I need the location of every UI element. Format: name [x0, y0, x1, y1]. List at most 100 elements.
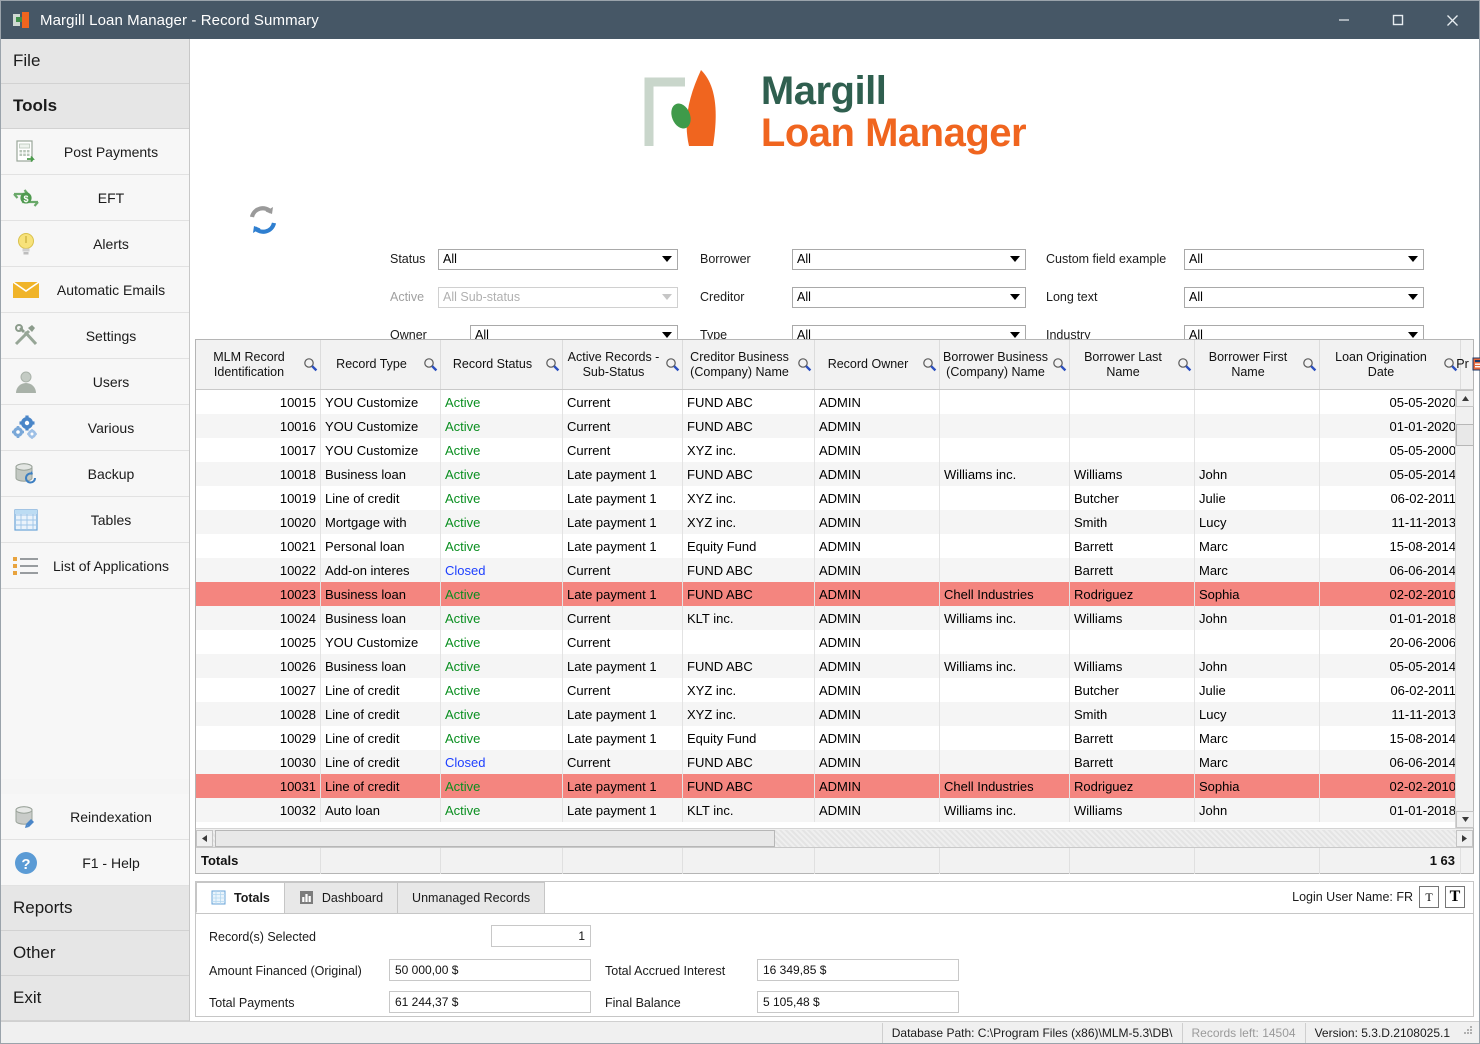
- column-search-icon[interactable]: [921, 357, 937, 373]
- table-row[interactable]: 10019Line of creditActiveLate payment 1X…: [196, 486, 1473, 510]
- table-row[interactable]: 10026Business loanActiveLate payment 1FU…: [196, 654, 1473, 678]
- table-row[interactable]: 10028Line of creditActiveLate payment 1X…: [196, 702, 1473, 726]
- horizontal-scroll-thumb[interactable]: [215, 830, 775, 847]
- grid-column-header[interactable]: MLM Record Identification: [196, 340, 321, 389]
- column-search-icon[interactable]: [1051, 357, 1067, 373]
- sidebar-item-settings[interactable]: Settings: [1, 313, 189, 359]
- column-search-icon[interactable]: [302, 357, 318, 373]
- column-search-icon[interactable]: [796, 357, 812, 373]
- table-cell: Marc: [1195, 534, 1320, 558]
- filter-long-text-combo[interactable]: All: [1184, 287, 1424, 308]
- scroll-right-button[interactable]: [1456, 830, 1473, 847]
- status-bar: Database Path: C:\Program Files (x86)\ML…: [1, 1021, 1479, 1043]
- grid-totals-row: Totals1 63: [196, 847, 1473, 873]
- column-search-icon[interactable]: [1176, 357, 1192, 373]
- filter-label-custom-field: Custom field example: [1046, 252, 1184, 266]
- sidebar-item-backup[interactable]: Backup: [1, 451, 189, 497]
- sidebar-item-automatic-emails[interactable]: Automatic Emails: [1, 267, 189, 313]
- table-row[interactable]: 10023Business loanActiveLate payment 1FU…: [196, 582, 1473, 606]
- sidebar-item-reindexation[interactable]: Reindexation: [1, 794, 189, 840]
- sidebar-item-list-of-applications[interactable]: List of Applications: [1, 543, 189, 589]
- sidebar-group-reports[interactable]: Reports: [1, 886, 189, 931]
- table-row[interactable]: 10018Business loanActiveLate payment 1FU…: [196, 462, 1473, 486]
- table-cell: Current: [563, 390, 683, 414]
- input-amount-financed[interactable]: 50 000,00 $: [389, 959, 591, 981]
- refresh-button[interactable]: [242, 199, 284, 241]
- horizontal-scroll-track[interactable]: [213, 830, 1456, 847]
- sidebar-group-tools[interactable]: Tools: [1, 84, 189, 129]
- table-row[interactable]: 10029Line of creditActiveLate payment 1E…: [196, 726, 1473, 750]
- filter-custom-field-combo[interactable]: All: [1184, 249, 1424, 270]
- grid-column-header[interactable]: Active Records - Sub-Status: [563, 340, 683, 389]
- font-decrease-button[interactable]: T: [1419, 886, 1439, 908]
- grid-column-header[interactable]: Record Status: [441, 340, 563, 389]
- sidebar-item-eft[interactable]: $ EFT: [1, 175, 189, 221]
- table-row[interactable]: 10031Line of creditActiveLate payment 1F…: [196, 774, 1473, 798]
- tab-unmanaged-records[interactable]: Unmanaged Records: [397, 882, 545, 913]
- filter-active-substatus-combo[interactable]: All Sub-status: [438, 287, 678, 308]
- grid-column-header[interactable]: Loan Origination Date: [1320, 340, 1461, 389]
- sidebar-item-post-payments[interactable]: Post Payments: [1, 129, 189, 175]
- tab-dashboard[interactable]: Dashboard: [284, 882, 398, 913]
- scroll-down-button[interactable]: [1456, 811, 1474, 828]
- column-search-icon[interactable]: [1301, 357, 1317, 373]
- close-button[interactable]: [1425, 1, 1479, 39]
- grid-column-header[interactable]: Pr: [1461, 340, 1480, 389]
- sidebar-group-exit[interactable]: Exit: [1, 976, 189, 1021]
- table-row[interactable]: 10030Line of creditClosedCurrentFUND ABC…: [196, 750, 1473, 774]
- scroll-up-button[interactable]: [1456, 390, 1474, 407]
- sidebar-item-tables[interactable]: Tables: [1, 497, 189, 543]
- minimize-button[interactable]: [1317, 1, 1371, 39]
- filter-status-combo[interactable]: All: [438, 249, 678, 270]
- grid-column-header[interactable]: Borrower First Name: [1195, 340, 1320, 389]
- grid-column-header[interactable]: Borrower Last Name: [1070, 340, 1195, 389]
- grid-column-header[interactable]: Borrower Business (Company) Name: [940, 340, 1070, 389]
- table-row[interactable]: 10022Add-on interesClosedCurrentFUND ABC…: [196, 558, 1473, 582]
- table-row[interactable]: 10025YOU CustomizeActiveCurrentADMIN20-0…: [196, 630, 1473, 654]
- grid-column-header[interactable]: Creditor Business (Company) Name: [683, 340, 815, 389]
- sidebar-item-various[interactable]: Various: [1, 405, 189, 451]
- maximize-button[interactable]: [1371, 1, 1425, 39]
- table-cell: Mortgage with: [321, 510, 441, 534]
- sidebar-group-file[interactable]: File: [1, 39, 189, 84]
- table-row[interactable]: 10024Business loanActiveCurrentKLT inc.A…: [196, 606, 1473, 630]
- table-row[interactable]: 10017YOU CustomizeActiveCurrentXYZ inc.A…: [196, 438, 1473, 462]
- table-cell: FUND ABC: [683, 582, 815, 606]
- sidebar-item-alerts[interactable]: Alerts: [1, 221, 189, 267]
- input-total-payments[interactable]: 61 244,37 $: [389, 991, 591, 1013]
- tab-unmanaged-records-label: Unmanaged Records: [412, 891, 530, 905]
- table-row[interactable]: 10016YOU CustomizeActiveCurrentFUND ABCA…: [196, 414, 1473, 438]
- table-row[interactable]: 10032Auto loanActiveLate payment 1KLT in…: [196, 798, 1473, 822]
- grid-horizontal-scrollbar[interactable]: [196, 828, 1473, 847]
- table-row[interactable]: 10021Personal loanActiveLate payment 1Eq…: [196, 534, 1473, 558]
- table-row[interactable]: 10020Mortgage withActiveLate payment 1XY…: [196, 510, 1473, 534]
- column-chooser-icon[interactable]: [1471, 357, 1480, 373]
- input-total-accrued-interest[interactable]: 16 349,85 $: [757, 959, 959, 981]
- scroll-left-button[interactable]: [196, 830, 213, 847]
- column-search-icon[interactable]: [422, 357, 438, 373]
- column-search-icon[interactable]: [664, 357, 680, 373]
- table-row[interactable]: 10027Line of creditActiveCurrentXYZ inc.…: [196, 678, 1473, 702]
- column-search-icon[interactable]: [544, 357, 560, 373]
- font-increase-button[interactable]: T: [1445, 886, 1465, 908]
- table-cell: YOU Customize: [321, 390, 441, 414]
- sidebar-item-help[interactable]: ? F1 - Help: [1, 840, 189, 886]
- filter-creditor-combo[interactable]: All: [792, 287, 1026, 308]
- resize-grip[interactable]: [1461, 1023, 1477, 1043]
- sidebar-item-users[interactable]: Users: [1, 359, 189, 405]
- grid-column-header[interactable]: Record Owner: [815, 340, 940, 389]
- vertical-scroll-thumb[interactable]: [1456, 424, 1474, 446]
- sidebar-group-other[interactable]: Other: [1, 931, 189, 976]
- table-cell: 10026: [196, 654, 321, 678]
- filter-borrower-combo[interactable]: All: [792, 249, 1026, 270]
- table-cell: Late payment 1: [563, 702, 683, 726]
- table-cell: Late payment 1: [563, 462, 683, 486]
- totals-form: Record(s) Selected 1 Amount Financed (Or…: [196, 914, 1473, 1016]
- grid-vertical-scrollbar[interactable]: [1455, 390, 1473, 828]
- input-records-selected[interactable]: 1: [491, 925, 591, 947]
- tab-totals[interactable]: Totals: [196, 882, 285, 913]
- table-row[interactable]: 10015YOU CustomizeActiveCurrentFUND ABCA…: [196, 390, 1473, 414]
- grid-column-header-label: Borrower Last Name: [1072, 350, 1174, 379]
- grid-column-header[interactable]: Record Type: [321, 340, 441, 389]
- input-final-balance[interactable]: 5 105,48 $: [757, 991, 959, 1013]
